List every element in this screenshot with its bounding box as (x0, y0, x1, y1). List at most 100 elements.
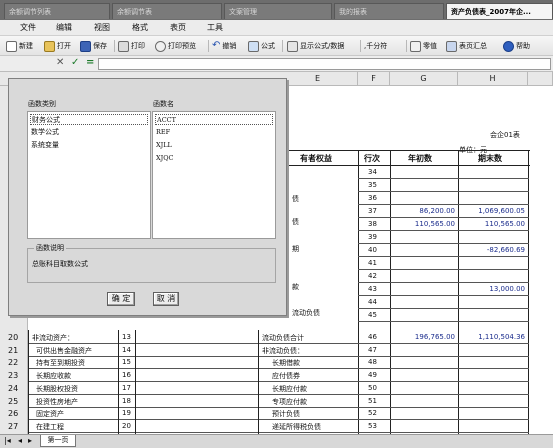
asset-line-cell[interactable]: 13 (122, 333, 131, 341)
undo-button[interactable]: ↶ 撤销 (212, 39, 236, 53)
asset-item-cell[interactable]: 长期股权投资 (36, 384, 78, 394)
doc-tab-docs[interactable]: 文案管理 (224, 3, 332, 19)
row-number-header[interactable]: 21 (8, 346, 18, 355)
new-button[interactable]: 新建 (6, 39, 33, 53)
asset-item-cell[interactable]: 固定资产 (36, 409, 64, 419)
asset-line-cell[interactable]: 18 (122, 397, 131, 405)
liability-item-cell[interactable]: 流动负债合计 (262, 333, 304, 343)
liability-line-cell[interactable]: 46 (368, 333, 377, 341)
open-button[interactable]: 打开 (44, 39, 71, 53)
liability-line-cell[interactable]: 51 (368, 397, 377, 405)
category-item-system-vars[interactable]: 系统变量 (30, 140, 148, 151)
function-name-list[interactable]: ACCT REF XJLL XJQC (152, 111, 276, 239)
asset-line-cell[interactable]: 16 (122, 371, 131, 379)
begin-amount-cell[interactable]: 110,565.00 (415, 220, 455, 228)
scroll-next-sheet-icon[interactable]: ▸ (28, 436, 32, 445)
asset-item-cell[interactable]: 投资性房地产 (36, 397, 78, 407)
category-item-math[interactable]: 数学公式 (30, 127, 148, 138)
confirm-edit-icon[interactable]: ✓ (71, 57, 79, 68)
doc-tab-reconcile-list[interactable]: 余额调节列表 (4, 3, 110, 19)
end-amount-cell[interactable]: 110,565.00 (485, 220, 525, 228)
menu-view[interactable]: 视图 (94, 22, 110, 34)
asset-line-cell[interactable]: 20 (122, 422, 131, 430)
thousands-separator-button[interactable]: ,千分符 (364, 39, 387, 53)
scroll-prev-sheet-icon[interactable]: ◂ (18, 436, 22, 445)
liability-item-cell[interactable]: 预计负债 (272, 409, 300, 419)
doc-tab-reconcile[interactable]: 余额调节表 (112, 3, 222, 19)
end-amount-cell[interactable]: 1,069,600.05 (478, 207, 525, 215)
column-header-e[interactable]: E (278, 72, 358, 86)
line-number-cell[interactable]: 40 (368, 246, 377, 254)
end-amount-cell[interactable]: 1,110,504.36 (478, 333, 525, 341)
row-number-header[interactable]: 25 (8, 397, 18, 406)
line-number-cell[interactable]: 39 (368, 233, 377, 241)
category-item-finance[interactable]: 财务公式 (30, 114, 148, 125)
end-amount-cell[interactable]: -82,660.69 (487, 246, 525, 254)
asset-item-cell[interactable]: 在建工程 (36, 422, 64, 432)
function-item-xjll[interactable]: XJLL (155, 140, 273, 151)
row-number-header[interactable]: 22 (8, 358, 18, 367)
line-number-cell[interactable]: 36 (368, 194, 377, 202)
row-number-header[interactable]: 24 (8, 384, 18, 393)
liability-item-cell[interactable]: 长期借款 (272, 358, 300, 368)
line-number-cell[interactable]: 34 (368, 168, 377, 176)
menu-format[interactable]: 格式 (132, 22, 148, 34)
liability-line-cell[interactable]: 49 (368, 371, 377, 379)
liability-item-cell[interactable]: 非流动负债： (262, 346, 304, 356)
column-header-g[interactable]: G (390, 72, 458, 86)
cancel-button[interactable]: 取 消 (153, 292, 179, 306)
begin-amount-cell[interactable]: 86,200.00 (419, 207, 455, 215)
liability-item-cell[interactable]: 长期应付款 (272, 384, 307, 394)
asset-item-cell[interactable]: 可供出售金融资产 (36, 346, 92, 356)
print-button[interactable]: 打印 (118, 39, 145, 53)
asset-line-cell[interactable]: 15 (122, 358, 131, 366)
row-number-header[interactable]: 20 (8, 333, 18, 342)
function-item-xjqc[interactable]: XJQC (155, 153, 273, 164)
sheet-summary-button[interactable]: 表页汇总 (446, 39, 487, 53)
function-category-list[interactable]: 财务公式 数学公式 系统变量 (27, 111, 151, 239)
doc-tab-my-reports[interactable]: 我的报表 (334, 3, 444, 19)
column-header-next[interactable] (528, 72, 553, 86)
liability-line-cell[interactable]: 53 (368, 422, 377, 430)
liability-line-cell[interactable]: 48 (368, 358, 377, 366)
formula-input[interactable] (98, 58, 551, 70)
formula-button[interactable]: 公式 (248, 39, 275, 53)
column-header-h[interactable]: H (458, 72, 528, 86)
row-number-header[interactable]: 27 (8, 422, 18, 431)
menu-tools[interactable]: 工具 (207, 22, 223, 34)
line-number-cell[interactable]: 45 (368, 311, 377, 319)
menu-sheet[interactable]: 表页 (170, 22, 186, 34)
line-number-cell[interactable]: 38 (368, 220, 377, 228)
save-button[interactable]: 保存 (80, 39, 107, 53)
row-number-header[interactable]: 23 (8, 371, 18, 380)
asset-item-cell[interactable]: 持有至到期投资 (36, 358, 85, 368)
line-number-cell[interactable]: 44 (368, 298, 377, 306)
scroll-first-sheet-icon[interactable]: |◂ (4, 436, 11, 445)
line-number-cell[interactable]: 42 (368, 272, 377, 280)
liability-line-cell[interactable]: 52 (368, 409, 377, 417)
asset-item-cell[interactable]: 非流动资产： (32, 333, 74, 343)
begin-amount-cell[interactable]: 196,765.00 (415, 333, 455, 341)
function-item-acct[interactable]: ACCT (155, 114, 273, 125)
menu-edit[interactable]: 编辑 (56, 22, 72, 34)
ok-button[interactable]: 确 定 (107, 292, 135, 306)
end-amount-cell[interactable]: 13,000.00 (489, 285, 525, 293)
sheet-tab-page-1[interactable]: 第一页 (40, 435, 76, 447)
doc-tab-balance-sheet[interactable]: 资产负债表_2007年企... (446, 3, 553, 19)
asset-line-cell[interactable]: 17 (122, 384, 131, 392)
function-item-ref[interactable]: REF (155, 127, 273, 138)
menu-file[interactable]: 文件 (20, 22, 36, 34)
asset-line-cell[interactable]: 19 (122, 409, 131, 417)
liability-item-cell[interactable]: 应付债券 (272, 371, 300, 381)
liability-line-cell[interactable]: 47 (368, 346, 377, 354)
liability-item-cell[interactable]: 递延所得税负债 (272, 422, 321, 432)
column-header-f[interactable]: F (358, 72, 390, 86)
equals-icon[interactable]: = (86, 57, 94, 68)
asset-line-cell[interactable]: 14 (122, 346, 131, 354)
line-number-cell[interactable]: 37 (368, 207, 377, 215)
liability-line-cell[interactable]: 50 (368, 384, 377, 392)
line-number-cell[interactable]: 35 (368, 181, 377, 189)
help-button[interactable]: 帮助 (503, 39, 530, 53)
cancel-edit-icon[interactable]: ✕ (56, 57, 64, 68)
print-preview-button[interactable]: 打印预览 (155, 39, 196, 53)
